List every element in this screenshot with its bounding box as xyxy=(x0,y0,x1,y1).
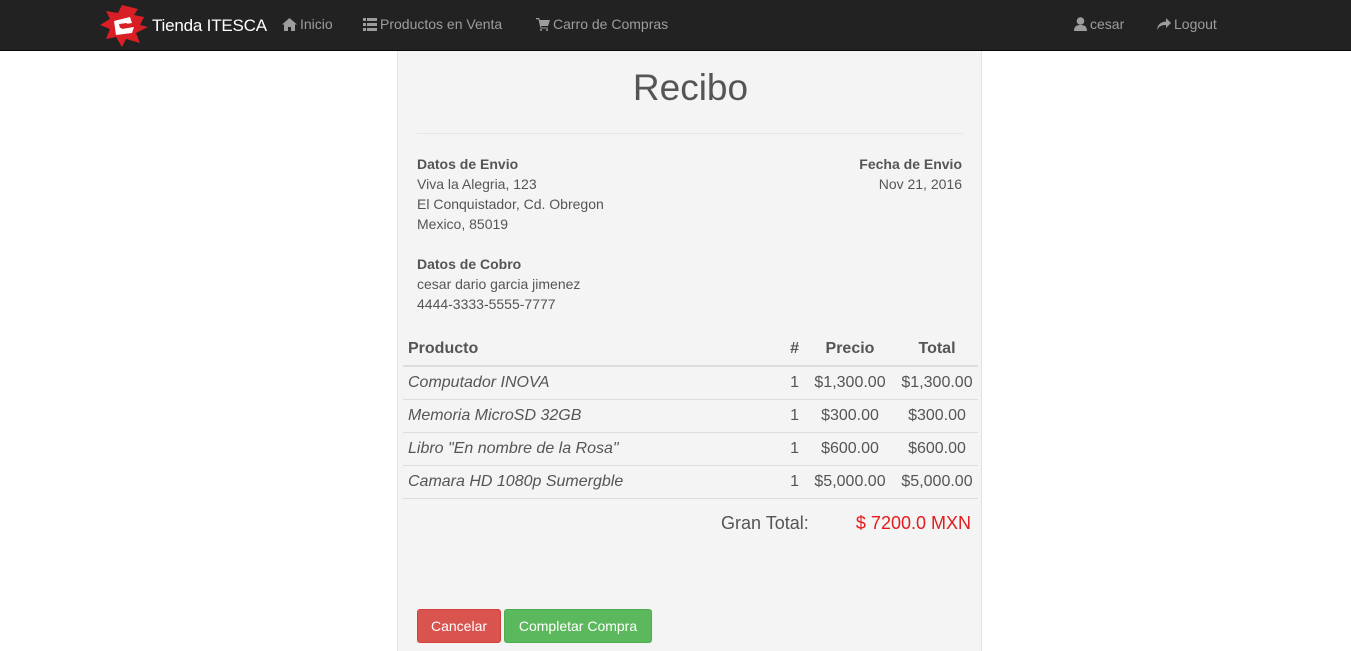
col-total: Total xyxy=(896,333,978,367)
row-product: Camara HD 1080p Sumergble xyxy=(403,465,744,499)
nav-productos[interactable]: Productos en Venta xyxy=(363,16,502,32)
row-total: $300.00 xyxy=(896,399,978,433)
nav-logout[interactable]: Logout xyxy=(1157,16,1217,32)
ship-date-info: Fecha de Envio Nov 21, 2016 xyxy=(859,154,962,194)
title-divider xyxy=(417,133,963,134)
receipt-panel: Recibo Datos de Envio Viva la Alegria, 1… xyxy=(397,51,982,651)
row-qty: 1 xyxy=(744,366,804,400)
row-qty: 1 xyxy=(744,399,804,433)
ship-date-value: Nov 21, 2016 xyxy=(878,176,962,192)
nav-user[interactable]: cesar xyxy=(1074,16,1124,32)
row-qty: 1 xyxy=(744,432,804,466)
products-table: Producto # Precio Total Computador INOVA… xyxy=(403,333,978,499)
row-price: $5,000.00 xyxy=(804,465,896,499)
shipping-heading: Datos de Envio xyxy=(417,156,519,172)
row-price: $1,300.00 xyxy=(804,366,896,400)
brand[interactable]: Tienda ITESCA xyxy=(100,3,267,48)
cancel-button[interactable]: Cancelar xyxy=(417,609,501,643)
page-title: Recibo xyxy=(632,67,749,108)
nav-carro-label: Carro de Compras xyxy=(553,16,669,32)
row-product: Computador INOVA xyxy=(403,366,744,400)
share-arrow-icon xyxy=(1157,18,1171,30)
nav-user-label: cesar xyxy=(1090,16,1125,32)
row-price: $600.00 xyxy=(804,432,896,466)
row-product: Memoria MicroSD 32GB xyxy=(403,399,744,433)
grand-total-label: Gran Total: xyxy=(721,513,809,533)
col-price: Precio xyxy=(804,333,896,367)
brand-name: Tienda ITESCA xyxy=(152,15,267,35)
grand-total-value: $ 7200.0 MXN xyxy=(855,513,971,533)
row-product: Libro "En nombre de la Rosa" xyxy=(403,432,744,466)
billing-info: Datos de Cobro cesar dario garcia jimene… xyxy=(417,254,580,314)
user-icon xyxy=(1074,17,1087,31)
nav-inicio-label: Inicio xyxy=(300,16,333,32)
row-total: $1,300.00 xyxy=(896,366,978,400)
table-header-row: Producto # Precio Total xyxy=(403,333,978,367)
billing-heading: Datos de Cobro xyxy=(417,256,522,272)
table-row: Libro "En nombre de la Rosa" 1 $600.00 $… xyxy=(403,432,978,466)
table-row: Computador INOVA 1 $1,300.00 $1,300.00 xyxy=(403,366,978,400)
complete-purchase-button[interactable]: Completar Compra xyxy=(504,609,652,643)
row-total: $600.00 xyxy=(896,432,978,466)
itesca-logo-icon xyxy=(100,5,148,47)
nav-logout-label: Logout xyxy=(1174,16,1217,32)
nav-carro[interactable]: Carro de Compras xyxy=(536,16,668,32)
shipping-info: Datos de Envio Viva la Alegria, 123 El C… xyxy=(417,154,604,234)
billing-card: 4444-3333-5555-7777 xyxy=(417,296,556,312)
list-icon xyxy=(363,17,377,31)
row-total: $5,000.00 xyxy=(896,465,978,499)
ship-date-heading: Fecha de Envio xyxy=(859,156,962,172)
shipping-line-2: El Conquistador, Cd. Obregon xyxy=(417,196,604,212)
nav-productos-label: Productos en Venta xyxy=(380,16,503,32)
shipping-line-1: Viva la Alegria, 123 xyxy=(417,176,537,192)
billing-name: cesar dario garcia jimenez xyxy=(417,276,581,292)
row-price: $300.00 xyxy=(804,399,896,433)
row-qty: 1 xyxy=(744,465,804,499)
top-navbar: Tienda ITESCA Inicio Productos en Venta … xyxy=(0,0,1351,51)
nav-inicio[interactable]: Inicio xyxy=(282,16,333,32)
table-row: Camara HD 1080p Sumergble 1 $5,000.00 $5… xyxy=(403,465,978,499)
shipping-line-3: Mexico, 85019 xyxy=(417,216,509,232)
table-row: Memoria MicroSD 32GB 1 $300.00 $300.00 xyxy=(403,399,978,433)
col-qty: # xyxy=(744,333,804,367)
home-icon xyxy=(282,17,297,31)
col-product: Producto xyxy=(403,333,744,367)
cart-icon xyxy=(536,17,550,31)
